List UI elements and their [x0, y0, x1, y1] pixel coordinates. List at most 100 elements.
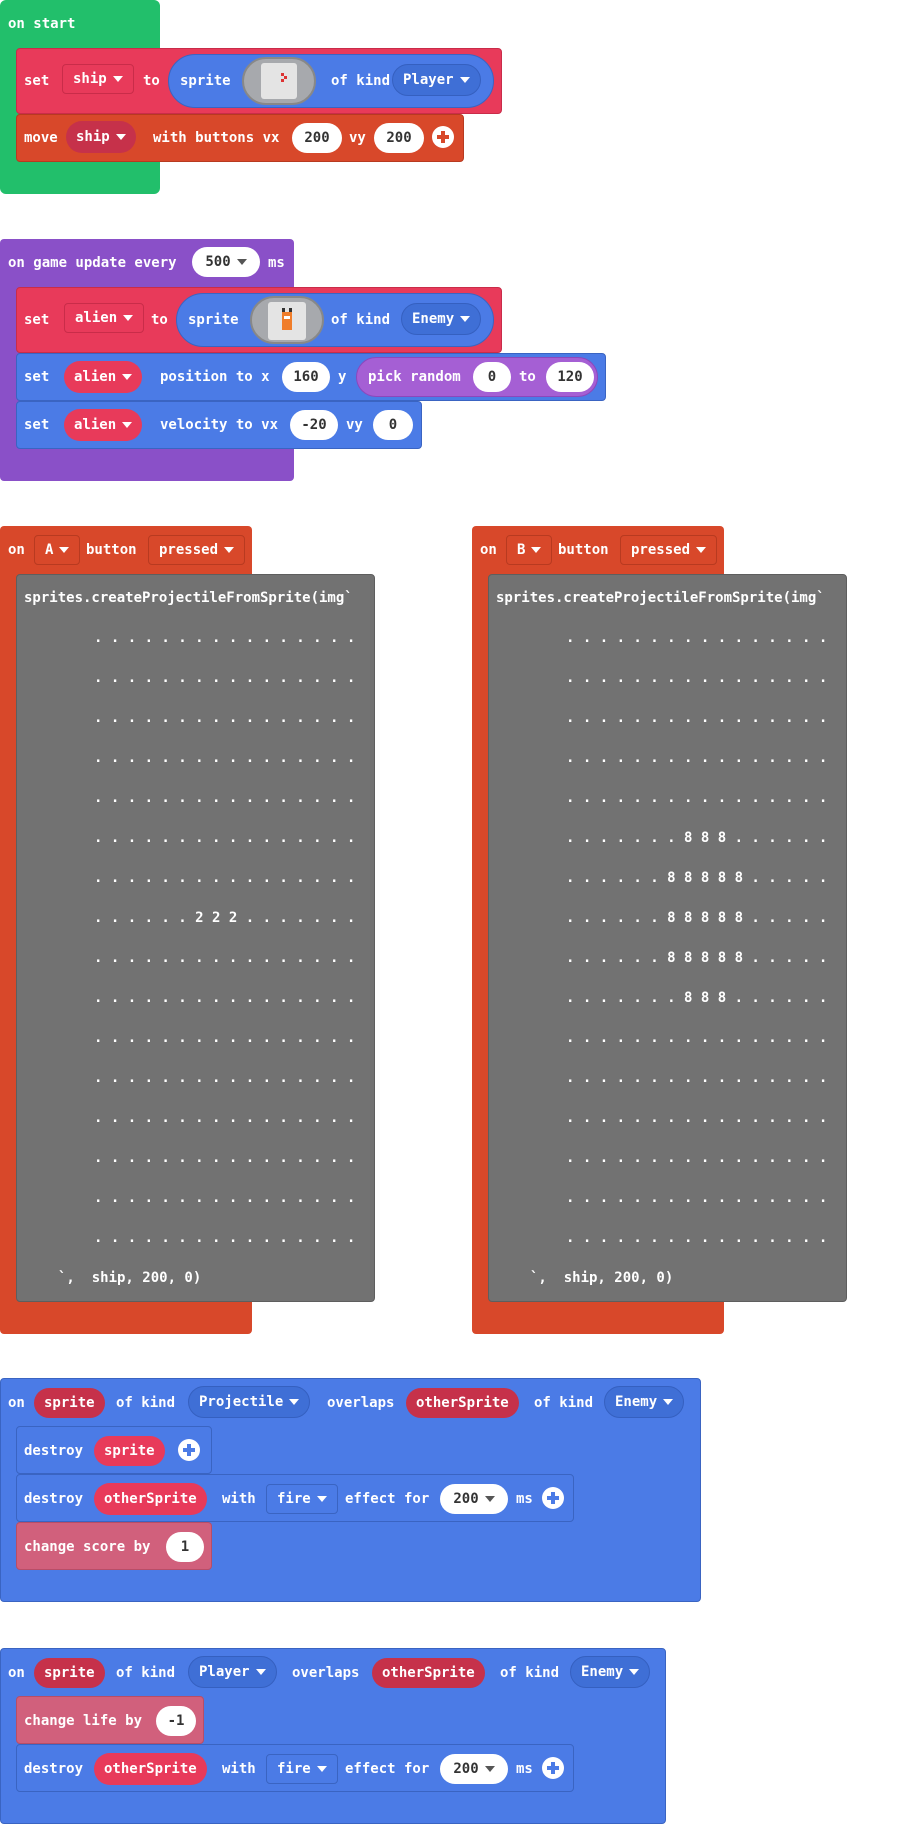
chevron-down-icon — [115, 134, 126, 140]
kind-projectile-dropdown[interactable]: Projectile — [188, 1386, 311, 1418]
add-argument-plus-icon[interactable] — [542, 1487, 564, 1509]
kind-label: Enemy — [615, 1394, 658, 1410]
alien-variable-label: alien — [75, 310, 118, 326]
ship-variable-reporter[interactable]: ship — [66, 121, 136, 153]
vy-input[interactable]: 200 — [374, 123, 424, 153]
sprite-variable-reporter[interactable]: sprite — [34, 1658, 105, 1688]
with-label: with — [222, 1761, 256, 1777]
add-argument-plus-icon[interactable] — [432, 126, 454, 148]
random-min-value: 0 — [487, 369, 497, 385]
random-max-input[interactable]: 120 — [546, 362, 594, 392]
image-literal-lines: . . . . . . . . . . . . . . . . . . . . .… — [94, 618, 355, 1258]
to-keyword: to — [143, 73, 160, 89]
alien-variable-reporter[interactable]: alien — [64, 361, 143, 393]
sprite-variable-reporter[interactable]: sprite — [94, 1436, 165, 1466]
vx-value: -20 — [301, 417, 327, 433]
vx-input[interactable]: -20 — [290, 410, 338, 440]
of-kind-label: of kind — [331, 73, 391, 89]
code-line: . . . . . . 8 8 8 8 8 . . . . . — [566, 910, 828, 926]
destroy-keyword: destroy — [24, 1761, 84, 1777]
kind-enemy-dropdown[interactable]: Enemy — [570, 1656, 651, 1688]
kind-player-dropdown[interactable]: Player — [188, 1656, 277, 1688]
alien-variable-dropdown[interactable]: alien — [64, 303, 145, 333]
random-min-input[interactable]: 0 — [473, 362, 511, 392]
chevron-down-icon — [696, 547, 707, 553]
event-label: pressed — [631, 542, 691, 558]
sprite-keyword: sprite — [180, 73, 231, 89]
move-keyword: move — [24, 130, 58, 146]
kind-label: Projectile — [199, 1394, 284, 1410]
of-kind-label: of kind — [500, 1665, 560, 1681]
vy-value: 200 — [386, 130, 412, 146]
code-line: . . . . . . 8 8 8 8 8 . . . . . — [566, 870, 828, 886]
pick-random-label: pick random — [368, 369, 461, 385]
on-keyword: on — [8, 1665, 25, 1681]
vy-input[interactable]: 0 — [373, 410, 413, 440]
other-sprite-label: otherSprite — [104, 1761, 197, 1777]
change-life-label: change life by — [24, 1713, 143, 1729]
code-line: . . . . . . . . . . . . . . . . — [566, 1070, 828, 1086]
code-line: . . . . . . . . . . . . . . . . — [566, 1030, 828, 1046]
code-line: . . . . . . . . . . . . . . . . — [94, 870, 356, 886]
code-line: . . . . . . . . . . . . . . . . — [566, 670, 828, 686]
duration-value: 200 — [453, 1491, 479, 1507]
code-line: . . . . . . . . . . . . . . . . — [94, 750, 356, 766]
chevron-down-icon — [316, 1766, 327, 1772]
ship-variable-dropdown[interactable]: ship — [62, 64, 134, 94]
duration-dropdown[interactable]: 200 — [440, 1754, 508, 1784]
life-input[interactable]: -1 — [156, 1706, 196, 1736]
code-line: . . . . . . . . . . . . . . . . — [566, 1110, 828, 1126]
chevron-down-icon — [112, 76, 123, 82]
chevron-down-icon — [122, 374, 133, 380]
vx-input[interactable]: 200 — [292, 123, 342, 153]
alien-variable-reporter[interactable]: alien — [64, 409, 143, 441]
sprite-variable-reporter[interactable]: sprite — [34, 1388, 105, 1418]
chevron-down-icon — [531, 547, 542, 553]
button-keyword: button — [558, 542, 609, 558]
other-sprite-reporter[interactable]: otherSprite — [372, 1658, 485, 1688]
kind-label: Enemy — [412, 311, 455, 327]
x-input[interactable]: 160 — [282, 362, 330, 392]
with-buttons-label: with buttons vx — [153, 130, 280, 146]
chevron-down-icon — [484, 1496, 495, 1502]
ship-sprite-thumbnail — [261, 63, 297, 99]
other-sprite-label: otherSprite — [416, 1395, 509, 1411]
position-to-x-label: position to x — [160, 369, 270, 385]
code-line: . . . . . . 2 2 2 . . . . . . . — [94, 910, 356, 926]
score-input[interactable]: 1 — [166, 1532, 204, 1562]
vy-value: 0 — [388, 417, 398, 433]
to-keyword: to — [151, 312, 168, 328]
kind-player-dropdown[interactable]: Player — [392, 64, 481, 96]
button-b-dropdown[interactable]: B — [506, 535, 553, 565]
other-sprite-reporter[interactable]: otherSprite — [94, 1753, 207, 1785]
chevron-down-icon — [459, 77, 470, 83]
add-argument-plus-icon[interactable] — [178, 1439, 200, 1461]
kind-enemy-dropdown[interactable]: Enemy — [401, 303, 482, 335]
set-keyword: set — [24, 417, 50, 433]
button-a-dropdown[interactable]: A — [34, 535, 81, 565]
change-score-label: change score by — [24, 1539, 151, 1555]
effect-fire-dropdown[interactable]: fire — [266, 1484, 338, 1514]
on-start-label: on start — [8, 16, 76, 32]
chevron-down-icon — [255, 1669, 266, 1675]
kind-enemy-dropdown[interactable]: Enemy — [604, 1386, 685, 1418]
code-line: . . . . . . . . . . . . . . . . — [94, 790, 356, 806]
chevron-down-icon — [629, 1669, 640, 1675]
event-pressed-dropdown[interactable]: pressed — [148, 535, 246, 565]
code-line: . . . . . . . 8 8 8 . . . . . . — [566, 830, 828, 846]
of-kind-label: of kind — [116, 1395, 176, 1411]
event-pressed-dropdown[interactable]: pressed — [620, 535, 718, 565]
add-argument-plus-icon[interactable] — [542, 1757, 564, 1779]
other-sprite-reporter[interactable]: otherSprite — [406, 1388, 519, 1418]
effect-label: fire — [277, 1491, 311, 1507]
of-kind-label: of kind — [116, 1665, 176, 1681]
interval-dropdown[interactable]: 500 — [192, 247, 260, 277]
ms-label: ms — [268, 255, 285, 271]
effect-label: fire — [277, 1761, 311, 1777]
code-line: . . . . . . . . . . . . . . . . — [94, 1030, 356, 1046]
effect-fire-dropdown[interactable]: fire — [266, 1754, 338, 1784]
other-sprite-reporter[interactable]: otherSprite — [94, 1483, 207, 1515]
chevron-down-icon — [289, 1399, 300, 1405]
duration-dropdown[interactable]: 200 — [440, 1484, 508, 1514]
code-line: . . . . . . . . . . . . . . . . — [94, 1070, 356, 1086]
